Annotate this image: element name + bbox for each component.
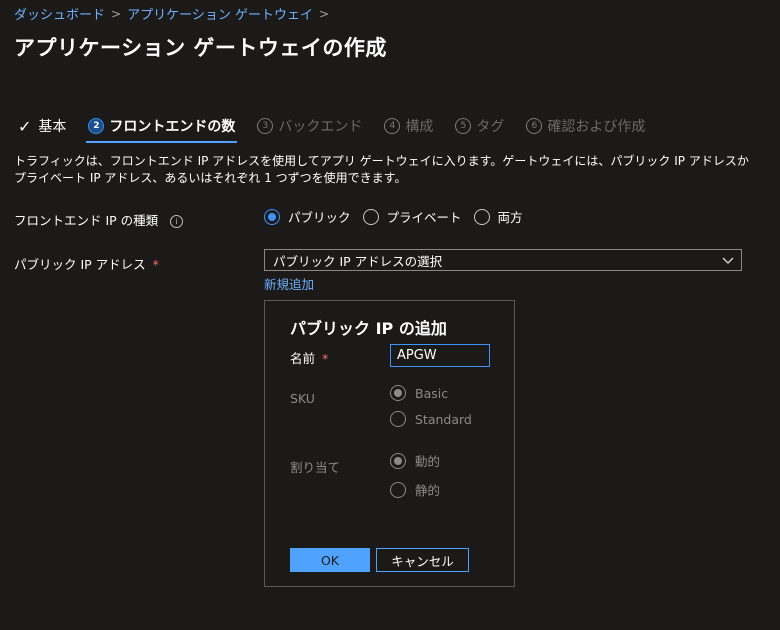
radio-label: 動的 [415, 454, 441, 469]
radio-sku-standard: Standard [390, 411, 472, 427]
radio-label: パブリック [288, 210, 351, 225]
step-number-icon: 4 [384, 118, 401, 134]
tab-label: 構成 [405, 119, 434, 135]
radio-label: Standard [415, 411, 472, 427]
add-public-ip-panel: パブリック IP の追加 名前 * SKU Basic Standard 割り当… [264, 300, 515, 587]
name-label: 名前 * [290, 348, 328, 367]
radio-label: 静的 [415, 483, 441, 498]
step-number-icon: 2 [88, 118, 105, 134]
radio-label: Basic [415, 385, 449, 401]
public-ip-select[interactable]: パブリック IP アドレスの選択 [264, 249, 742, 271]
tab-label: 基本 [38, 119, 67, 135]
radio-selected-icon [390, 452, 406, 469]
breadcrumb-separator: > [318, 6, 330, 21]
page-title: アプリケーション ゲートウェイの作成 [14, 36, 387, 60]
radio-selected-icon [264, 208, 280, 225]
radio-private[interactable]: プライベート [362, 207, 462, 226]
name-input[interactable] [390, 344, 490, 367]
tab-configuration[interactable]: 4 構成 [384, 114, 433, 138]
public-ip-label: パブリック IP アドレス * [14, 254, 159, 273]
radio-unselected-icon [390, 411, 406, 427]
tab-label: タグ [476, 119, 505, 135]
tab-review-create[interactable]: 6 確認および作成 [526, 114, 645, 138]
name-label-text: 名前 [290, 351, 316, 366]
radio-label: プライベート [386, 210, 462, 225]
radio-public[interactable]: パブリック [264, 207, 351, 226]
breadcrumb-application-gateway[interactable]: アプリケーション ゲートウェイ [127, 4, 313, 23]
public-ip-label-text: パブリック IP アドレス [14, 257, 146, 272]
breadcrumb: ダッシュボード > アプリケーション ゲートウェイ > [14, 4, 330, 24]
step-number-icon: 3 [257, 118, 274, 134]
cancel-button[interactable]: キャンセル [376, 548, 469, 572]
radio-selected-icon [390, 385, 406, 401]
tab-tags[interactable]: 5 タグ [455, 114, 504, 138]
tab-label: バックエンド [278, 119, 363, 135]
ok-button[interactable]: OK [290, 548, 370, 572]
assignment-radio-group: 動的 静的 [390, 451, 440, 499]
description-text: トラフィックは、フロントエンド IP アドレスを使用してアプリ ゲートウェイに入… [14, 154, 749, 185]
radio-unselected-icon [390, 481, 406, 498]
breadcrumb-separator: > [111, 6, 122, 21]
chevron-down-icon [722, 257, 734, 264]
step-number-icon: 6 [526, 118, 543, 134]
radio-unselected-icon [362, 208, 379, 225]
sku-label: SKU [290, 391, 315, 406]
tab-label: フロントエンドの数 [109, 119, 236, 135]
step-number-icon: 5 [455, 118, 472, 134]
radio-sku-basic: Basic [390, 385, 472, 401]
checkmark-icon: ✓ [18, 116, 32, 136]
panel-title: パブリック IP の追加 [290, 319, 447, 338]
tab-label: 確認および作成 [547, 119, 646, 135]
wizard-tabs: ✓ 基本 2 フロントエンドの数 3 バックエンド 4 構成 5 タグ 6 確認… [18, 114, 667, 143]
tab-basics[interactable]: ✓ 基本 [18, 114, 66, 138]
assignment-label: 割り当て [290, 460, 341, 475]
frontend-ip-type-radio-group: パブリック プライベート 両方 [264, 207, 535, 226]
public-ip-select-value: パブリック IP アドレスの選択 [273, 253, 443, 269]
frontend-ip-type-label-text: フロントエンド IP の種類 [14, 213, 159, 228]
required-mark: * [152, 257, 159, 272]
radio-label: 両方 [497, 210, 523, 225]
radio-unselected-icon [473, 208, 490, 225]
info-icon[interactable]: i [170, 215, 184, 228]
tab-backends[interactable]: 3 バックエンド [257, 114, 362, 138]
frontend-ip-type-label: フロントエンド IP の種類 i [14, 210, 184, 229]
sku-radio-group: Basic Standard [390, 385, 472, 427]
radio-both[interactable]: 両方 [473, 207, 523, 226]
radio-static: 静的 [390, 480, 440, 499]
add-new-link[interactable]: 新規追加 [264, 274, 314, 293]
tab-frontends[interactable]: 2 フロントエンドの数 [86, 114, 238, 143]
breadcrumb-dashboard[interactable]: ダッシュボード [14, 4, 105, 23]
required-mark: * [322, 351, 329, 366]
radio-dynamic: 動的 [390, 451, 440, 470]
